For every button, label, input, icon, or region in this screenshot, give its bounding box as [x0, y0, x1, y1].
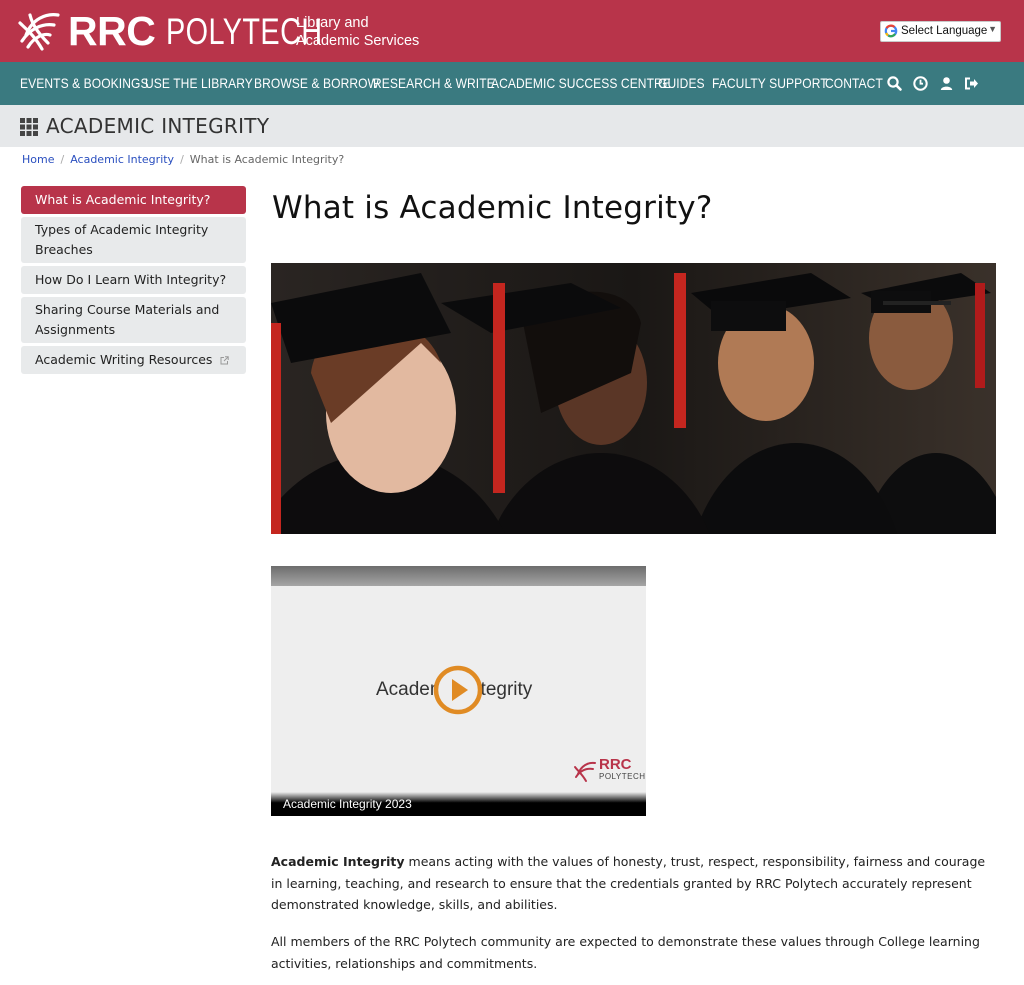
- grid-icon: [20, 118, 38, 136]
- sidebar-item-label: Academic Writing Resources: [35, 352, 213, 367]
- chevron-down-icon: ▼: [988, 24, 997, 34]
- nav-academic-success-centre[interactable]: ACADEMIC SUCCESS CENTRE: [491, 62, 671, 105]
- video-player[interactable]: Academic Integrity RRC POLYTECH Academic…: [271, 566, 646, 816]
- sidebar-item-label: What is Academic Integrity?: [35, 192, 211, 207]
- page-title: What is Academic Integrity?: [272, 190, 713, 226]
- rrc-logo-icon[interactable]: [16, 9, 62, 53]
- play-icon[interactable]: [433, 665, 483, 715]
- sidebar-item-types-of-breaches[interactable]: Types of Academic Integrity Breaches: [21, 217, 246, 263]
- sidebar-item-sharing-course-materials[interactable]: Sharing Course Materials and Assignments: [21, 297, 246, 343]
- video-rrc-logo: RRC POLYTECH: [573, 756, 645, 786]
- nav-events-bookings[interactable]: EVENTS & BOOKINGS: [20, 62, 149, 105]
- members-paragraph: All members of the RRC Polytech communit…: [271, 934, 980, 971]
- language-select-label: Select Language: [901, 25, 988, 37]
- graduates-hero-image: [271, 263, 996, 534]
- nav-faculty-support[interactable]: FACULTY SUPPORT: [712, 62, 828, 105]
- sidebar-item-learn-with-integrity[interactable]: How Do I Learn With Integrity?: [21, 266, 246, 294]
- breadcrumb-home[interactable]: Home: [22, 153, 54, 166]
- external-link-icon: [220, 356, 230, 365]
- nav-research-write[interactable]: RESEARCH & WRITE: [373, 62, 495, 105]
- section-title: ACADEMIC INTEGRITY: [46, 114, 270, 138]
- nav-browse-borrow[interactable]: BROWSE & BORROW: [254, 62, 379, 105]
- nav-contact[interactable]: CONTACT: [825, 62, 883, 105]
- video-logo-rrc: RRC: [599, 756, 632, 773]
- brand-rrc[interactable]: RRC: [68, 6, 156, 56]
- sign-out-icon[interactable]: [963, 75, 980, 92]
- clock-icon[interactable]: [912, 75, 929, 92]
- sidebar-item-label: Types of Academic Integrity Breaches: [35, 222, 209, 257]
- graduates-photo: [271, 263, 996, 534]
- google-icon: [884, 24, 898, 38]
- breadcrumb: Home / Academic Integrity / What is Academic…: [22, 152, 344, 168]
- brand-subtitle-line1: Library and: [296, 15, 369, 31]
- video-caption-bar: Academic Integrity 2023: [271, 792, 646, 816]
- breadcrumb-separator: /: [180, 153, 184, 166]
- video-logo-polytech: POLYTECH: [599, 772, 646, 781]
- nav-guides[interactable]: GUIDES: [658, 62, 705, 105]
- sidebar-item-academic-writing-resources[interactable]: Academic Writing Resources: [21, 346, 246, 374]
- breadcrumb-separator: /: [60, 153, 65, 166]
- site-header: RRC POLYTECH Library and Academic Servic…: [0, 0, 1024, 62]
- intro-paragraph: Academic Integrity means acting with the…: [271, 851, 991, 916]
- language-select[interactable]: Select Language ▼: [880, 21, 1001, 42]
- main-nav: EVENTS & BOOKINGS USE THE LIBRARY BROWSE…: [0, 62, 1024, 105]
- rrc-logo-icon: [574, 761, 596, 782]
- breadcrumb-current: What is Academic Integrity?: [189, 153, 345, 166]
- brand-subtitle-line2: Academic Services: [296, 33, 420, 49]
- sidebar-item-what-is-academic-integrity[interactable]: What is Academic Integrity?: [21, 186, 246, 214]
- video-caption: Academic Integrity 2023: [283, 797, 412, 811]
- sidebar-item-label: Sharing Course Materials and Assignments: [35, 302, 220, 337]
- nav-use-the-library[interactable]: USE THE LIBRARY: [145, 62, 253, 105]
- user-icon[interactable]: [938, 75, 955, 92]
- brand-subtitle[interactable]: Library and Academic Services: [296, 14, 419, 50]
- sidebar-item-label: How Do I Learn With Integrity?: [35, 272, 227, 287]
- video-top-bar: [271, 566, 646, 586]
- breadcrumb-academic-integrity[interactable]: Academic Integrity: [70, 153, 174, 166]
- intro-strong-term: Academic Integrity: [271, 854, 405, 869]
- search-icon[interactable]: [886, 75, 903, 92]
